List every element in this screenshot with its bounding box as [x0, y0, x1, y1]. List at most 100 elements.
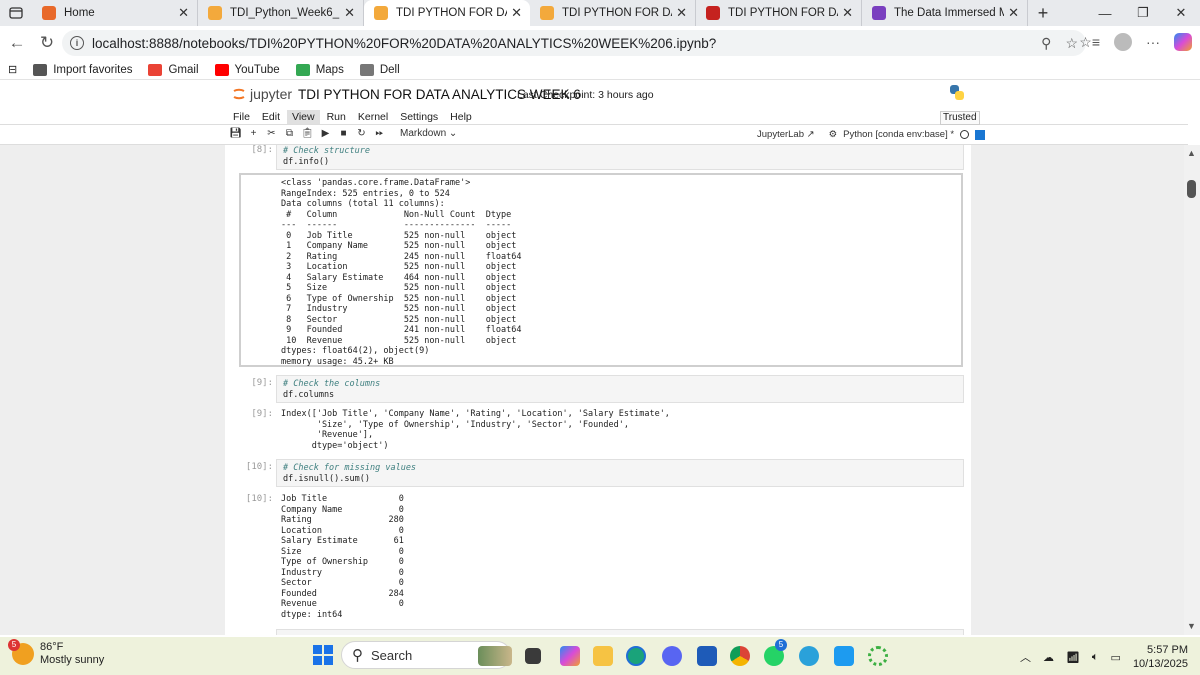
avatar[interactable] [1114, 33, 1132, 51]
copy-icon[interactable]: ⧉ [282, 128, 297, 139]
restart-run-all-icon[interactable]: ⏩︎ [372, 128, 387, 139]
browser-tab-strip: Home✕TDI_Python_Week6_EDA (1)✕TDI PYTHON… [0, 0, 1200, 26]
volume-icon[interactable]: 🔈︎ [1092, 651, 1099, 664]
close-icon[interactable]: ✕ [676, 5, 687, 21]
store-icon[interactable] [697, 646, 717, 666]
close-icon[interactable]: ✕ [842, 5, 853, 21]
bookmark-item[interactable]: Maps [295, 63, 344, 76]
browser-tab[interactable]: Home ✕ [32, 0, 198, 26]
vertical-scrollbar[interactable]: ▲ ▼ [1184, 145, 1200, 635]
browser-tab[interactable]: TDI PYTHON FOR DATA ANA ✕ [696, 0, 862, 26]
search-label: Search [371, 647, 413, 663]
weather-widget[interactable]: 5 86°F Mostly sunny [8, 639, 104, 667]
back-icon[interactable]: ← [2, 33, 32, 53]
restore-icon[interactable]: ❐ [1124, 0, 1162, 26]
bookmark-item[interactable]: Dell [359, 63, 400, 76]
edge-icon[interactable] [626, 646, 646, 666]
chrome-icon[interactable] [730, 646, 750, 666]
scroll-up-icon[interactable]: ▲ [1187, 148, 1196, 158]
menu-item-file[interactable]: File [228, 110, 255, 124]
bookmark-item[interactable]: YouTube [214, 63, 280, 76]
favorite-star-icon[interactable]: ☆ [1065, 35, 1078, 52]
wifi-icon[interactable]: 📶︎ [1066, 651, 1080, 664]
copilot-icon[interactable] [1174, 33, 1192, 51]
address-bar[interactable]: i localhost:8888/notebooks/TDI%20PYTHON%… [62, 30, 1086, 56]
tab-label: The Data Immersed Main Su [894, 7, 1005, 19]
zoom-icon[interactable]: ⚲ [1041, 35, 1051, 52]
close-icon[interactable]: ✕ [178, 5, 189, 21]
telegram-icon[interactable] [799, 646, 819, 666]
code-cell-input[interactable]: # Check structure df.info() [276, 145, 964, 170]
bookmark-label: Import favorites [53, 63, 133, 76]
more-menu-icon[interactable]: ··· [1146, 34, 1160, 50]
new-tab-button[interactable]: + [1028, 0, 1058, 26]
menu-item-run[interactable]: Run [322, 110, 351, 124]
code-cell-input[interactable]: # Check the columns df.columns [276, 375, 964, 403]
copilot-app-icon[interactable] [560, 646, 580, 666]
trusted-indicator[interactable]: Trusted [940, 111, 980, 125]
menu-item-help[interactable]: Help [445, 110, 477, 124]
menu-item-settings[interactable]: Settings [395, 110, 443, 124]
run-icon[interactable]: ▶ [318, 128, 333, 139]
bookmark-label: YouTube [234, 63, 280, 76]
jupyterlab-link[interactable]: JupyterLab ↗ [757, 129, 815, 140]
whatsapp-icon[interactable]: 5 [764, 639, 787, 666]
notification-badge: 5 [8, 639, 20, 651]
bookmark-item[interactable]: Gmail [148, 63, 199, 76]
maps-icon [295, 63, 310, 76]
restart-icon[interactable]: ↻ [354, 128, 369, 139]
site-info-icon[interactable]: i [70, 36, 84, 50]
close-icon[interactable]: ✕ [511, 5, 522, 21]
url-text: localhost:8888/notebooks/TDI%20PYTHON%20… [92, 35, 717, 51]
discord-icon[interactable] [662, 646, 682, 666]
bookmark-label: Gmail [168, 63, 199, 76]
cut-icon[interactable]: ✂ [264, 128, 279, 139]
sidebar-toggle-icon[interactable]: ⊟ [8, 63, 17, 76]
jupyter-logo-text: jupyter [250, 86, 293, 102]
menu-item-edit[interactable]: Edit [257, 110, 285, 124]
cell-type-select[interactable]: Markdown ⌄ [400, 128, 457, 139]
browser-tab[interactable]: TDI PYTHON FOR DATA ANA ✕ [364, 0, 530, 26]
save-icon[interactable]: 💾︎ [228, 128, 243, 139]
minimize-icon[interactable]: — [1086, 0, 1124, 26]
notebook-menu-icon[interactable] [975, 129, 986, 140]
code-cell-input[interactable]: # Check for missing values df.isnull().s… [276, 459, 964, 487]
browser-tab[interactable]: TDI_Python_Week6_EDA (1) ✕ [198, 0, 364, 26]
bookmark-item[interactable]: Import favorites [33, 63, 133, 76]
code-cell-input[interactable] [276, 629, 964, 635]
search-highlight-icon[interactable] [478, 646, 512, 666]
cell-output-scroll-area[interactable]: <class 'pandas.core.frame.DataFrame'> Ra… [239, 173, 963, 367]
code-comment: # Check structure [283, 146, 370, 156]
refresh-icon[interactable]: ↻ [32, 33, 62, 53]
battery-icon[interactable]: ▭ [1111, 651, 1121, 664]
stop-icon[interactable]: ■ [336, 128, 351, 139]
folder-icon [359, 63, 374, 76]
windows-start-icon[interactable] [313, 645, 333, 670]
scroll-down-icon[interactable]: ▼ [1187, 621, 1196, 631]
onedrive-icon[interactable]: ☁ [1043, 651, 1054, 664]
loading-app-icon[interactable] [868, 646, 888, 666]
paste-icon[interactable]: 📋︎ [300, 128, 315, 139]
menu-item-view[interactable]: View [287, 110, 320, 124]
close-icon[interactable]: ✕ [1008, 5, 1019, 21]
menu-bar: File Edit View Run Kernel Settings Help Truste… [0, 108, 1188, 125]
gear-icon[interactable]: ⚙ [829, 129, 838, 140]
browser-tab[interactable]: TDI PYTHON FOR DATA ANA ✕ [530, 0, 696, 26]
tab-actions-icon[interactable] [0, 0, 32, 26]
close-icon[interactable]: ✕ [344, 5, 355, 21]
clock[interactable]: 5:57 PM 10/13/2025 [1133, 643, 1188, 671]
jupyter-icon [233, 88, 245, 100]
menu-item-kernel[interactable]: Kernel [353, 110, 393, 124]
close-window-icon[interactable]: ✕ [1162, 0, 1200, 26]
scrollbar-thumb[interactable] [1187, 180, 1196, 198]
kernel-name[interactable]: Python [conda env:base] * [843, 129, 954, 140]
favorites-icon[interactable]: ☆≡ [1079, 34, 1100, 51]
file-explorer-icon[interactable] [593, 646, 613, 666]
browser-tab[interactable]: The Data Immersed Main Su✕ [862, 0, 1028, 26]
insert-cell-icon[interactable]: + [246, 128, 261, 139]
twitter-icon[interactable] [834, 646, 854, 666]
task-view-icon[interactable] [525, 648, 541, 664]
chevron-up-icon[interactable]: ︿ [1020, 649, 1031, 665]
bookmarks-bar: ⊟ Import favorites Gmail YouTube Maps Dell [0, 60, 1200, 80]
jupyter-logo[interactable]: jupyter [232, 85, 292, 103]
